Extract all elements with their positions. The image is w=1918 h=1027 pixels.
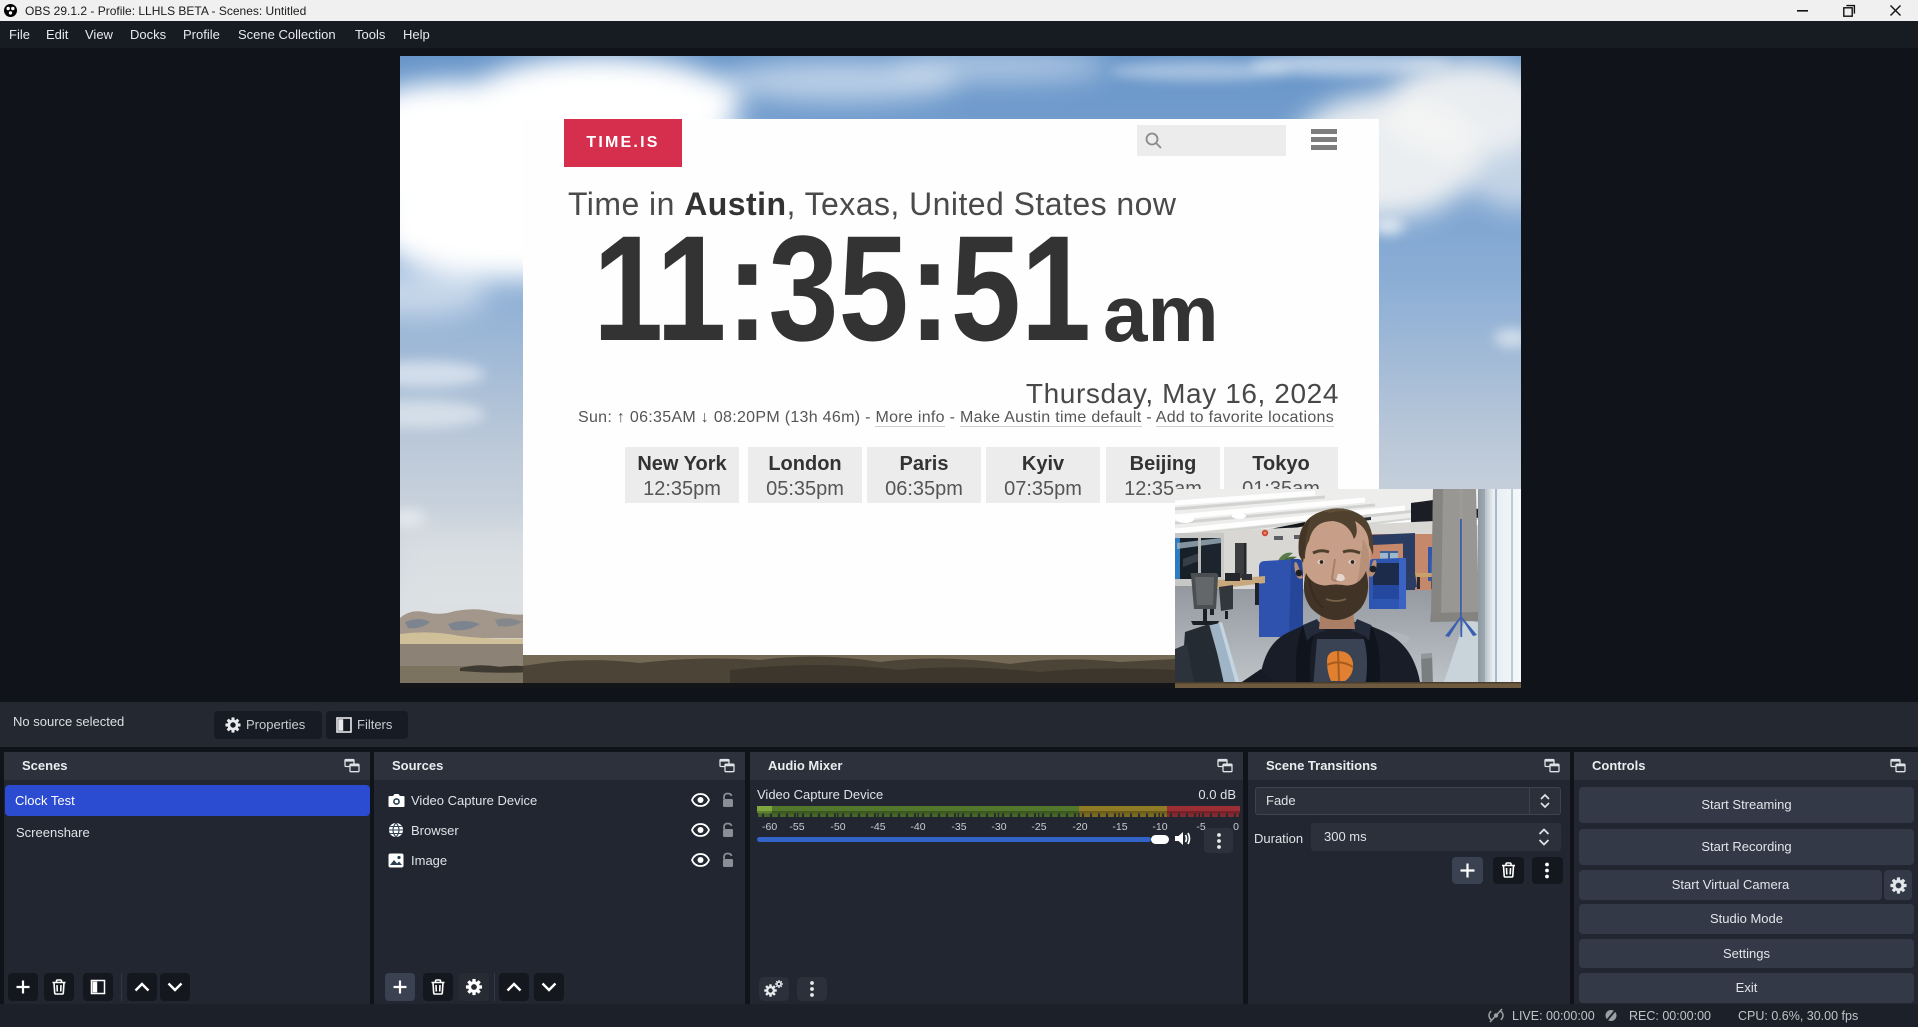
svg-text:-10: -10 bbox=[1152, 821, 1167, 833]
svg-text:-45: -45 bbox=[870, 821, 885, 833]
svg-text:-55: -55 bbox=[789, 821, 804, 833]
svg-text:-35: -35 bbox=[951, 821, 966, 833]
svg-text:-40: -40 bbox=[910, 821, 925, 833]
svg-text:-25: -25 bbox=[1031, 821, 1046, 833]
svg-text:-30: -30 bbox=[991, 821, 1006, 833]
svg-text:-50: -50 bbox=[830, 821, 845, 833]
svg-text:-60: -60 bbox=[762, 821, 777, 833]
svg-text:-20: -20 bbox=[1072, 821, 1087, 833]
svg-text:0: 0 bbox=[1233, 821, 1239, 833]
svg-text:-15: -15 bbox=[1112, 821, 1127, 833]
